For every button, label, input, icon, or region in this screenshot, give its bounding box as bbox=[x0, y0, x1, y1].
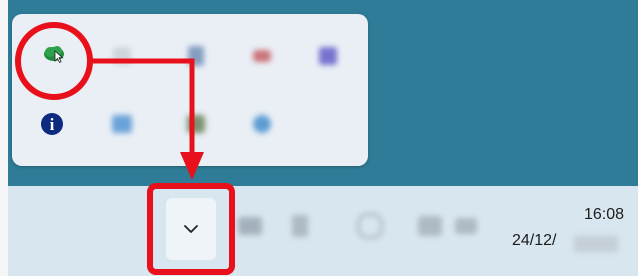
blurred-tray-icon-8[interactable] bbox=[182, 110, 210, 138]
show-hidden-icons-button[interactable] bbox=[166, 198, 216, 260]
chevron-down-icon bbox=[184, 225, 198, 233]
screen: i 16:08 24/12/ bbox=[0, 0, 638, 276]
blurred-tray-icon-3[interactable] bbox=[182, 42, 210, 70]
hidden-icons-flyout: i bbox=[12, 14, 368, 166]
green-cloud-sync-icon[interactable] bbox=[40, 40, 68, 68]
clock-time[interactable]: 16:08 bbox=[584, 206, 624, 224]
left-edge bbox=[0, 0, 8, 276]
blurred-tray-icon-4[interactable] bbox=[248, 42, 276, 70]
blurred-taskbar-icon-3[interactable] bbox=[356, 212, 384, 240]
blurred-tray-icon-5[interactable] bbox=[314, 42, 342, 70]
blurred-tray-icon-2[interactable] bbox=[108, 42, 136, 70]
blurred-taskbar-icon-5[interactable] bbox=[452, 212, 480, 240]
blurred-tray-icon-9[interactable] bbox=[248, 110, 276, 138]
info-icon[interactable]: i bbox=[38, 110, 66, 138]
blurred-taskbar-icon-1[interactable] bbox=[236, 212, 264, 240]
clock-date-redacted bbox=[574, 236, 618, 252]
blurred-taskbar-icon-2[interactable] bbox=[286, 212, 314, 240]
blurred-tray-icon-7[interactable] bbox=[108, 110, 136, 138]
svg-text:i: i bbox=[50, 115, 55, 134]
clock-date[interactable]: 24/12/ bbox=[512, 232, 556, 250]
taskbar bbox=[0, 186, 638, 276]
blurred-taskbar-icon-4[interactable] bbox=[416, 212, 444, 240]
